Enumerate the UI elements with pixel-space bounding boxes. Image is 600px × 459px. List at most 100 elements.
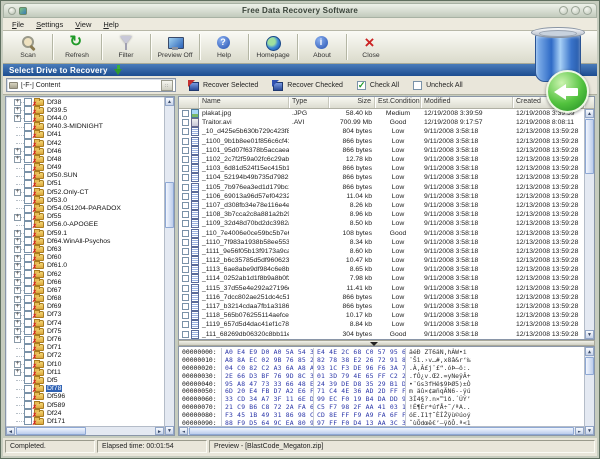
tree-checkbox[interactable]	[24, 155, 32, 163]
homepage-button[interactable]: Homepage	[250, 32, 296, 62]
tree-checkbox[interactable]	[24, 344, 32, 352]
expand-plus-icon[interactable]: +	[14, 189, 21, 196]
hex-horizontal-scrollbar[interactable]: ◄ ►	[179, 426, 584, 435]
tree-checkbox[interactable]	[24, 270, 32, 278]
table-row[interactable]: _1106_69013a96d57ef04232c...11.04 kbLow9…	[179, 192, 584, 201]
tree-checkbox[interactable]	[24, 303, 32, 311]
tree-checkbox[interactable]	[24, 409, 32, 417]
expand-plus-icon[interactable]: +	[14, 304, 21, 311]
table-row[interactable]: _1114_0252ab1d1f8b9a8b0f2...7.98 kbLow9/…	[179, 274, 584, 283]
tree-checkbox[interactable]	[24, 205, 32, 213]
row-checkbox[interactable]	[182, 174, 189, 181]
row-checkbox[interactable]	[182, 147, 189, 154]
column-header-modified[interactable]: Modified	[421, 97, 513, 108]
uncheck-all-button[interactable]: Uncheck All	[413, 81, 463, 90]
scroll-thumb[interactable]	[16, 427, 86, 435]
tree-checkbox[interactable]	[24, 385, 32, 393]
close-button[interactable]: Close	[348, 32, 394, 62]
close-window-button[interactable]	[583, 6, 592, 15]
expand-plus-icon[interactable]: +	[14, 156, 21, 163]
row-checkbox[interactable]	[182, 257, 189, 264]
table-row[interactable]: _1112_b6c35785d5df960623...10.47 kbLow9/…	[179, 256, 584, 265]
scroll-left-arrow[interactable]: ◄	[179, 427, 188, 435]
table-row[interactable]: _1116_7dcc802ae251dc4c51...866 bytesLow9…	[179, 293, 584, 302]
table-row[interactable]: _111_68269db06320c8bb11e7...304 bytesGoo…	[179, 330, 584, 339]
tree-checkbox[interactable]	[24, 262, 32, 270]
row-checkbox[interactable]	[182, 266, 189, 273]
expand-plus-icon[interactable]: +	[14, 320, 21, 327]
tree-checkbox[interactable]	[24, 352, 32, 360]
expand-plus-icon[interactable]: +	[14, 107, 21, 114]
expand-plus-icon[interactable]: +	[14, 271, 21, 278]
table-row[interactable]: _110_7e4006e0ce59bc5b7e6...108 bytesGood…	[179, 228, 584, 237]
table-row[interactable]: _1107_d308fb34e78e116e4e3...8.26 kbLow9/…	[179, 201, 584, 210]
row-checkbox[interactable]	[182, 165, 189, 172]
scroll-down-arrow[interactable]: ▼	[585, 426, 594, 435]
scroll-left-arrow[interactable]: ◄	[6, 427, 15, 435]
expand-plus-icon[interactable]: +	[14, 99, 21, 106]
expand-plus-icon[interactable]: +	[14, 369, 21, 376]
tree-checkbox[interactable]	[24, 139, 32, 147]
about-button[interactable]: iAbout	[299, 32, 345, 62]
table-row[interactable]: _1117_b3214cdaa7fb1a3186e...866 bytesLow…	[179, 302, 584, 311]
tree-checkbox[interactable]	[24, 213, 32, 221]
table-row[interactable]: _1101_95d07f6378b5accaea1...866 bytesLow…	[179, 146, 584, 155]
system-menu-icon[interactable]	[8, 7, 16, 15]
preview-button[interactable]: Preview Off	[152, 32, 198, 62]
expand-plus-icon[interactable]: +	[14, 230, 21, 237]
table-row[interactable]: _1102_2c7f2f59a02fc6c29ab...12.78 kbLow9…	[179, 155, 584, 164]
expand-plus-icon[interactable]: +	[14, 148, 21, 155]
column-header-type[interactable]: Type	[289, 97, 329, 108]
scroll-thumb[interactable]	[585, 357, 594, 375]
tree-checkbox[interactable]	[24, 188, 32, 196]
tree-checkbox[interactable]	[24, 278, 32, 286]
scroll-down-arrow[interactable]: ▼	[585, 330, 594, 339]
tree-checkbox[interactable]	[24, 123, 32, 131]
table-row[interactable]: _1103_6d81d524f15ec415b14...866 bytesLow…	[179, 164, 584, 173]
tree-checkbox[interactable]	[24, 401, 32, 409]
tree-checkbox[interactable]	[24, 368, 32, 376]
tree-checkbox[interactable]	[24, 147, 32, 155]
hex-vertical-scrollbar[interactable]: ▲ ▼	[584, 347, 594, 435]
tree-checkbox[interactable]	[24, 180, 32, 188]
table-row[interactable]: _1110_7f983a1938b58ee553f...8.34 kbLow9/…	[179, 238, 584, 247]
row-checkbox[interactable]	[182, 202, 189, 209]
menu-item-file[interactable]: File	[6, 19, 30, 30]
row-checkbox[interactable]	[182, 248, 189, 255]
scroll-up-arrow[interactable]: ▲	[585, 109, 594, 118]
table-row[interactable]: _1105_7b976ea3ed1d179bc1...866 bytesLow9…	[179, 183, 584, 192]
table-vertical-scrollbar[interactable]: ▲ ▼	[584, 109, 594, 339]
tree-checkbox[interactable]	[24, 327, 32, 335]
table-row[interactable]: _1109_32d48d70bd2dc3982a...8.50 kbLow9/1…	[179, 219, 584, 228]
back-button[interactable]	[546, 70, 589, 113]
column-header-estcondition[interactable]: Est.Condition	[375, 97, 421, 108]
tree-checkbox[interactable]	[24, 114, 32, 122]
check-all-button[interactable]: Check All	[357, 81, 399, 90]
row-checkbox[interactable]	[182, 220, 189, 227]
table-row[interactable]: _1113_6ae8abe9df984c6e8be...8.65 kbLow9/…	[179, 265, 584, 274]
scroll-down-arrow[interactable]: ▼	[165, 426, 174, 435]
row-checkbox[interactable]	[182, 184, 189, 191]
menu-item-settings[interactable]: Settings	[30, 19, 69, 30]
tree-checkbox[interactable]	[24, 221, 32, 229]
tree-checkbox[interactable]	[24, 98, 32, 106]
row-checkbox[interactable]	[182, 239, 189, 246]
drive-combo-button[interactable]: ∷	[161, 80, 173, 91]
tree-checkbox[interactable]	[24, 196, 32, 204]
expand-plus-icon[interactable]: +	[14, 361, 21, 368]
expand-plus-icon[interactable]: +	[14, 312, 21, 319]
scroll-up-arrow[interactable]: ▲	[585, 347, 594, 356]
scroll-up-arrow[interactable]: ▲	[165, 97, 174, 106]
tree-vertical-scrollbar[interactable]: ▲ ▼	[164, 97, 174, 435]
tree-checkbox[interactable]	[24, 319, 32, 327]
expand-plus-icon[interactable]: +	[14, 115, 21, 122]
tree-checkbox[interactable]	[24, 295, 32, 303]
scroll-right-arrow[interactable]: ►	[155, 427, 164, 435]
row-checkbox[interactable]	[182, 156, 189, 163]
tree-checkbox[interactable]	[24, 245, 32, 253]
row-checkbox[interactable]	[182, 119, 189, 126]
table-row[interactable]: Traitor.avi.AVI700.99 MbGood12/19/2008 9…	[179, 118, 584, 127]
menu-item-view[interactable]: View	[69, 19, 97, 30]
row-checkbox[interactable]	[182, 285, 189, 292]
row-checkbox[interactable]	[182, 294, 189, 301]
